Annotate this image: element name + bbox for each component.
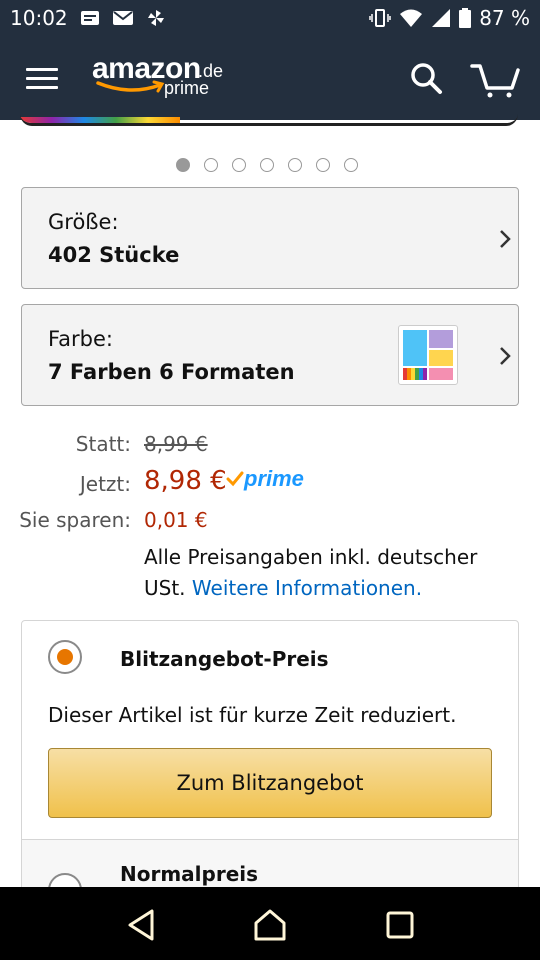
- chevron-right-icon: [500, 347, 511, 365]
- carousel-dot[interactable]: [316, 158, 330, 172]
- battery-level: 87 %: [479, 6, 530, 30]
- prime-badge: prime: [226, 466, 304, 492]
- now-price-value: 8,98 €: [144, 466, 227, 496]
- wifi-icon: [400, 9, 423, 27]
- carousel-dot[interactable]: [288, 158, 302, 172]
- prime-label: prime: [244, 466, 304, 491]
- search-icon[interactable]: [408, 60, 444, 96]
- size-label: Größe:: [48, 210, 119, 234]
- color-value: 7 Farben 6 Formaten: [48, 360, 295, 384]
- check-icon: [226, 471, 244, 487]
- color-swatch-thumbnail: [398, 325, 458, 385]
- tax-note: Alle Preisangaben inkl. deutscher USt. W…: [144, 542, 524, 604]
- back-icon[interactable]: [124, 907, 160, 943]
- pinwheel-icon: [148, 10, 164, 26]
- was-price-label: Statt:: [75, 432, 131, 456]
- was-price-value: 8,99 €: [144, 432, 208, 456]
- carousel-dots: [176, 158, 358, 172]
- carousel-dot[interactable]: [344, 158, 358, 172]
- recent-apps-icon[interactable]: [382, 907, 418, 943]
- deal-description: Dieser Artikel ist für kurze Zeit reduzi…: [48, 703, 457, 727]
- size-selector[interactable]: Größe: 402 Stücke: [21, 187, 519, 289]
- navigation-bar: [0, 887, 540, 960]
- savings-value: 0,01 €: [144, 508, 208, 532]
- now-price-label: Jetzt:: [79, 472, 131, 496]
- color-label: Farbe:: [48, 327, 113, 351]
- chevron-right-icon: [500, 230, 511, 248]
- size-value: 402 Stücke: [48, 243, 180, 267]
- amazon-prime-logo[interactable]: amazon .de prime: [92, 52, 232, 102]
- carousel-dot[interactable]: [176, 158, 190, 172]
- lightning-deal-button[interactable]: Zum Blitzangebot: [48, 748, 492, 818]
- menu-icon[interactable]: [26, 68, 58, 90]
- logo-prime: prime: [164, 78, 210, 98]
- message-icon: [81, 11, 99, 25]
- status-time: 10:02: [10, 6, 68, 30]
- normal-price-title: Normalpreis: [120, 862, 259, 886]
- deal-price-title: Blitzangebot-Preis: [120, 647, 329, 671]
- vibrate-icon: [369, 9, 391, 27]
- notification-icons: [80, 8, 166, 28]
- status-bar: 10:02 87 %: [0, 0, 540, 36]
- app-header: amazon .de prime: [0, 36, 540, 120]
- status-right: 87 %: [369, 6, 530, 30]
- product-image-strip: [20, 117, 180, 123]
- signal-icon: [432, 9, 451, 27]
- carousel-dot[interactable]: [204, 158, 218, 172]
- more-info-link[interactable]: Weitere Informationen.: [192, 576, 422, 600]
- cart-icon[interactable]: [470, 58, 520, 98]
- color-selector[interactable]: Farbe: 7 Farben 6 Formaten: [21, 304, 519, 406]
- smile-arrow-icon: [96, 80, 165, 93]
- deal-price-radio[interactable]: [48, 640, 82, 674]
- mail-icon: [113, 11, 133, 25]
- carousel-dot[interactable]: [232, 158, 246, 172]
- savings-label: Sie sparen:: [19, 508, 131, 532]
- battery-icon: [459, 8, 472, 28]
- carousel-dot[interactable]: [260, 158, 274, 172]
- product-image-carousel[interactable]: [20, 112, 518, 126]
- home-icon[interactable]: [252, 907, 288, 943]
